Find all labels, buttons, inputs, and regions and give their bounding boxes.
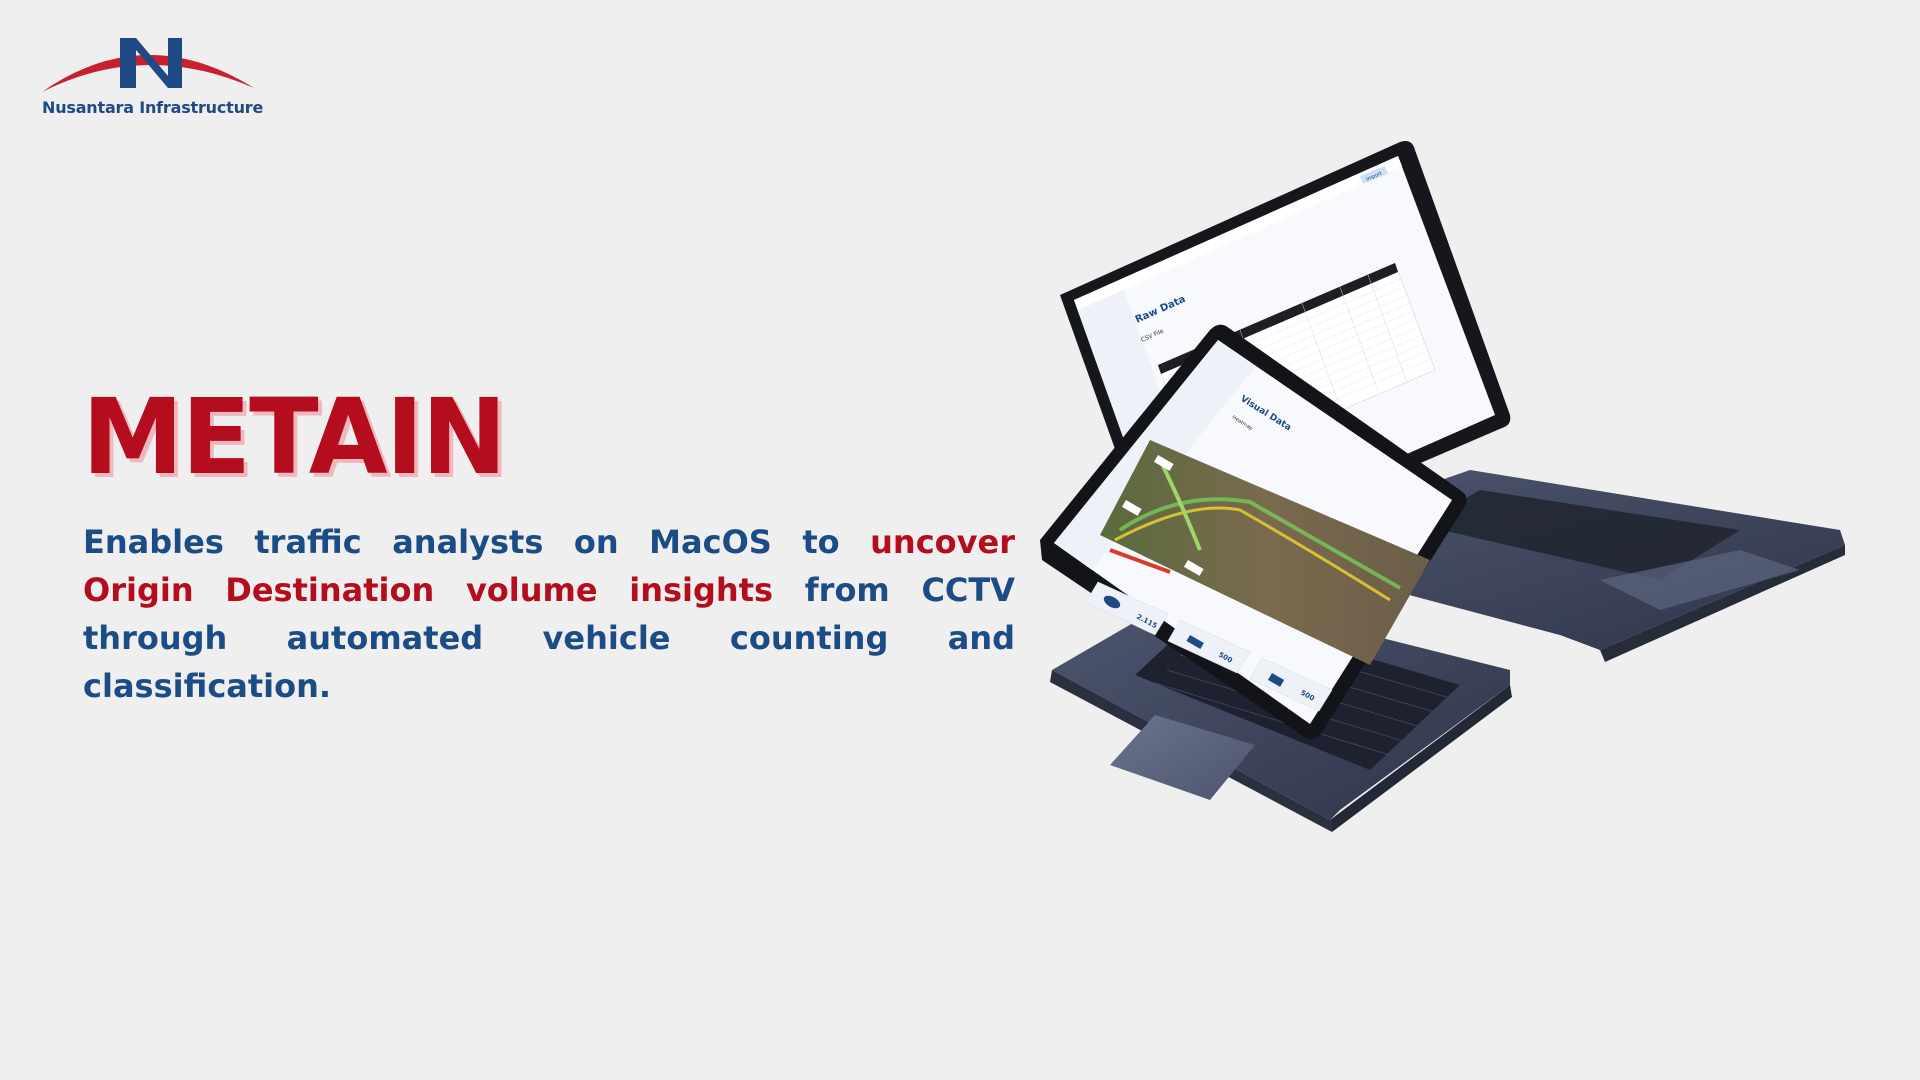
brand-logo: Nusantara Infrastructure: [40, 30, 270, 125]
product-description: Enables traffic analysts on MacOS to unc…: [83, 518, 1015, 710]
nusantara-logo-icon: [42, 38, 254, 92]
desc-part-1: Enables traffic analysts on MacOS to: [83, 523, 871, 561]
product-title: METAIN: [82, 376, 507, 498]
laptops-graphic: Raw Data CSV File Import Visual Data Hea…: [1040, 141, 1845, 832]
laptops-illustration: Raw Data CSV File Import Visual Data Hea…: [1040, 130, 1860, 930]
brand-name: Nusantara Infrastructure: [42, 98, 264, 117]
